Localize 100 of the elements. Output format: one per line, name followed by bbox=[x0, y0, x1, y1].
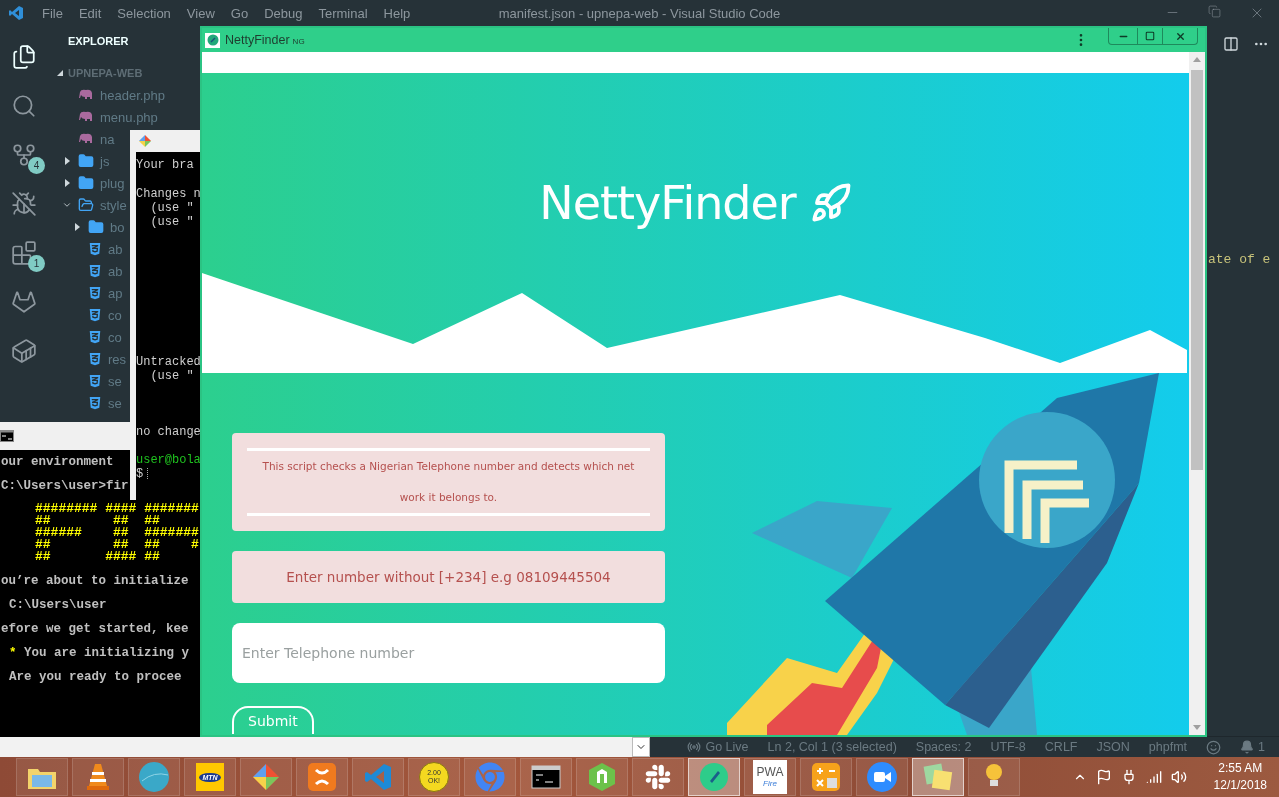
window-title: NettyFinder bbox=[225, 33, 290, 47]
status-bar-item[interactable]: JSON bbox=[1096, 740, 1130, 754]
file-name[interactable]: style bbox=[100, 197, 127, 213]
folder-icon bbox=[78, 153, 94, 169]
status-bar-item[interactable]: phpfmt bbox=[1148, 740, 1188, 754]
menu-item[interactable]: File bbox=[34, 5, 71, 21]
terminal-line: (use " bbox=[149, 369, 195, 383]
file-name[interactable]: ab bbox=[108, 241, 123, 257]
terminal-line: ou’re about to initialize bbox=[0, 573, 189, 590]
file-name[interactable]: ap bbox=[108, 285, 123, 301]
smiley-icon[interactable] bbox=[1206, 739, 1222, 755]
submit-button[interactable]: Submit bbox=[232, 706, 314, 734]
cursor bbox=[147, 468, 150, 480]
ascii-art-text: ######## #### ####### ## ## ## ###### ## ####### ## ## ## # ## #### ## bbox=[35, 503, 199, 563]
file-name[interactable]: res bbox=[108, 351, 127, 367]
taskbar-app[interactable] bbox=[800, 758, 852, 796]
phone-input-field[interactable]: Enter Telephone number bbox=[232, 623, 665, 683]
terminal-line: $ bbox=[136, 467, 202, 481]
menu-item[interactable]: View bbox=[178, 5, 223, 21]
file-name[interactable]: se bbox=[108, 395, 122, 411]
status-bar-item[interactable]: Ln 2, Col 1 (3 selected) bbox=[767, 740, 897, 754]
traffic-cone-icon bbox=[85, 762, 111, 792]
logo-text: Fire bbox=[763, 779, 777, 788]
rocket-icon bbox=[809, 182, 852, 224]
logo-text: PWA bbox=[756, 766, 784, 779]
volume-icon[interactable] bbox=[1170, 769, 1187, 785]
terminal-line: C:\Users\user bbox=[8, 597, 107, 614]
terminal-line: (use " bbox=[149, 215, 195, 229]
terminal-line: Your bra bbox=[136, 158, 195, 172]
clock[interactable]: 2:55 AM 12/1/2018 bbox=[1213, 760, 1267, 794]
diamond-icon bbox=[251, 762, 281, 792]
folder-icon bbox=[78, 175, 94, 191]
terminal-icon bbox=[531, 765, 561, 789]
menu-item[interactable]: Selection bbox=[109, 5, 179, 21]
elephant-icon bbox=[78, 133, 94, 145]
close-icon bbox=[1174, 30, 1186, 42]
caret-icon[interactable] bbox=[56, 69, 64, 77]
taskbar-app[interactable]: PWA Fire bbox=[744, 758, 796, 796]
fox-icon bbox=[11, 289, 37, 315]
terminal-line: * You are initializing y bbox=[8, 645, 190, 662]
count-badge: 1 bbox=[28, 255, 45, 272]
file-name[interactable]: co bbox=[108, 329, 122, 345]
menu-item[interactable]: Go bbox=[222, 5, 257, 21]
caret-icon[interactable] bbox=[72, 222, 82, 232]
count-badge: 4 bbox=[28, 157, 45, 174]
ball-icon bbox=[138, 761, 170, 793]
elephant-icon bbox=[78, 111, 94, 123]
signal-icon[interactable] bbox=[1145, 769, 1162, 785]
elephant-icon bbox=[78, 89, 94, 101]
flag-icon[interactable] bbox=[1095, 769, 1112, 785]
status-bar-item[interactable]: CRLF bbox=[1044, 740, 1078, 754]
taskbar-app[interactable] bbox=[520, 758, 572, 796]
sidebar-title: EXPLORER bbox=[67, 35, 130, 49]
css-icon bbox=[88, 396, 102, 410]
file-name[interactable]: ab bbox=[108, 263, 123, 279]
hexagon-icon bbox=[588, 762, 616, 792]
taskbar-app[interactable] bbox=[72, 758, 124, 796]
caret-icon[interactable] bbox=[62, 178, 72, 188]
logo-text: NettyFinder bbox=[539, 176, 796, 230]
terminal-line: no change bbox=[136, 425, 202, 439]
menu-item[interactable]: Debug bbox=[256, 5, 311, 21]
file-name[interactable]: plug bbox=[100, 175, 125, 191]
file-name[interactable]: na bbox=[100, 131, 115, 147]
file-name[interactable]: header.php bbox=[100, 87, 166, 103]
maximize-icon bbox=[1145, 31, 1155, 41]
menu-item[interactable]: Terminal bbox=[310, 5, 376, 21]
css-icon bbox=[88, 352, 102, 366]
file-name[interactable]: se bbox=[108, 373, 122, 389]
broadcast-icon bbox=[687, 740, 702, 754]
scrollbar[interactable] bbox=[1189, 52, 1205, 735]
caret-icon[interactable] bbox=[62, 156, 72, 166]
file-name[interactable]: js bbox=[100, 153, 110, 169]
taskbar-app[interactable] bbox=[856, 758, 908, 796]
folder-icon bbox=[88, 219, 104, 235]
code-editor-icon bbox=[363, 762, 393, 792]
description-text: This script checks a Nigerian Telephone number and detects which net work it belongs to. bbox=[261, 459, 636, 505]
files-icon bbox=[11, 44, 37, 70]
browser-icon bbox=[475, 762, 505, 792]
terminal-line: (use " bbox=[149, 201, 195, 215]
file-name[interactable]: menu.php bbox=[100, 109, 158, 125]
css-icon bbox=[88, 242, 102, 256]
split-editor-icon[interactable] bbox=[1223, 36, 1239, 52]
caret-icon[interactable] bbox=[62, 200, 72, 210]
status-bar-item[interactable]: UTF-8 bbox=[990, 740, 1026, 754]
menu-item[interactable]: Edit bbox=[70, 5, 110, 21]
css-icon bbox=[88, 264, 102, 278]
window-title: manifest.json - upnepa-web - Visual Studio Code bbox=[498, 5, 781, 21]
menu-item[interactable]: Help bbox=[375, 5, 419, 21]
terminal-line: Untracked bbox=[136, 355, 202, 369]
folder-icon bbox=[78, 197, 94, 213]
project-name[interactable]: UPNEPA-WEB bbox=[68, 67, 143, 79]
file-name[interactable]: bo bbox=[110, 219, 125, 235]
terminal-line: user@bola bbox=[136, 453, 202, 467]
status-bar-item[interactable]: Spaces: 2 bbox=[915, 740, 972, 754]
search-icon bbox=[11, 93, 37, 119]
bell-icon bbox=[1240, 740, 1255, 754]
status-bar-item[interactable]: Go Live bbox=[687, 740, 749, 754]
terminal-line: C:\Users\user>fir bbox=[0, 478, 129, 495]
notifications-count[interactable]: 1 bbox=[1240, 740, 1265, 754]
file-name[interactable]: co bbox=[108, 307, 122, 323]
